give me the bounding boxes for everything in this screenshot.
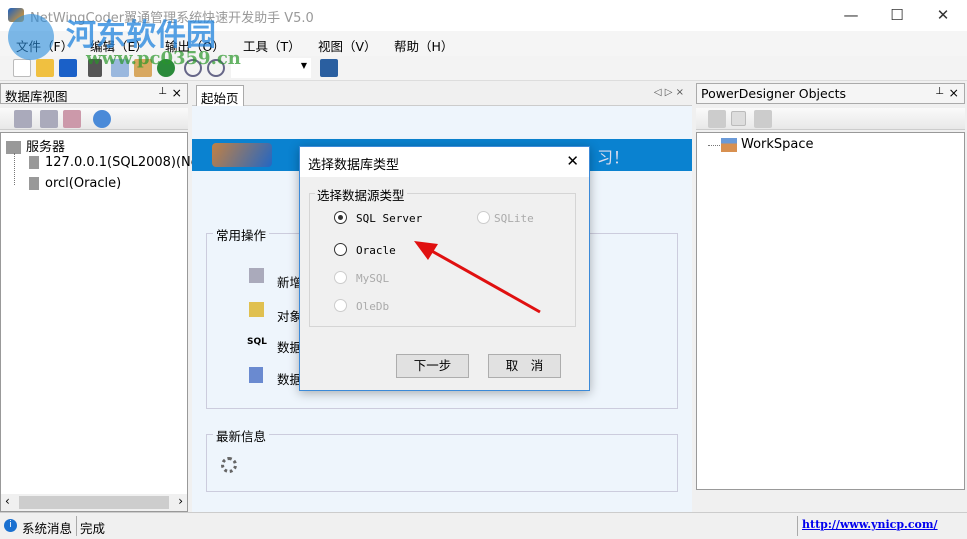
status-bar: i 系统消息 完成 http://www.ynicp.com/: [0, 512, 967, 539]
status-label: 系统消息: [22, 521, 73, 536]
cancel-button[interactable]: 取 消: [488, 354, 561, 378]
word-doc-icon: [249, 367, 263, 383]
panel-close-button[interactable]: ×: [949, 85, 959, 100]
dialog-title: 选择数据库类型: [308, 158, 400, 173]
tree-label: 服务器: [26, 140, 66, 155]
exit-door-icon[interactable]: [320, 59, 338, 77]
radio-sql-server[interactable]: [334, 211, 347, 224]
tree-node-server[interactable]: orcl(Oracle): [29, 176, 121, 191]
banner-text: 习！: [597, 148, 630, 167]
left-panel-header: 数据库视图 ⊥ ×: [0, 83, 188, 104]
datasource-group: 选择数据源类型 SQL Server SQLite Oracle MySQL O…: [309, 185, 576, 327]
status-text: 完成: [80, 521, 106, 536]
radio-oledb[interactable]: [334, 299, 347, 312]
radio-mysql[interactable]: [334, 271, 347, 284]
loading-spinner-icon: [221, 457, 237, 473]
save-icon[interactable]: [59, 59, 77, 77]
radio-label: SQL Server: [356, 212, 423, 225]
scroll-right-icon[interactable]: ›: [178, 494, 183, 508]
menu-edit[interactable]: 编辑（E）: [90, 36, 148, 55]
delete-object-icon[interactable]: [754, 110, 772, 128]
menu-help[interactable]: 帮助（H）: [394, 36, 453, 55]
pin-icon[interactable]: ⊥: [935, 86, 944, 97]
menu-tools[interactable]: 工具（T）: [243, 36, 301, 55]
powerdesigner-tree: WorkSpace: [696, 132, 965, 490]
right-panel-title: PowerDesigner Objects: [701, 86, 846, 101]
right-panel-header: PowerDesigner Objects ⊥ ×: [696, 83, 965, 104]
tree-label: WorkSpace: [741, 137, 814, 152]
zoom-out-icon[interactable]: [207, 59, 225, 77]
object-icon: [249, 302, 264, 317]
radio-label: Oracle: [356, 244, 396, 257]
new-file-icon[interactable]: [13, 59, 31, 77]
scroll-left-icon[interactable]: ‹: [5, 494, 10, 508]
dialog-title-bar: 选择数据库类型 ✕: [300, 147, 589, 177]
tree-line: [14, 153, 15, 185]
add-object-icon[interactable]: [708, 110, 726, 128]
paste-icon[interactable]: [134, 59, 152, 77]
document-tab-bar: 起始页 ◁ ▷ ×: [192, 83, 692, 109]
tree-label: orcl(Oracle): [45, 176, 122, 191]
radio-oracle[interactable]: [334, 243, 347, 256]
group-title: 常用操作: [213, 225, 270, 244]
info-icon: i: [4, 519, 17, 532]
scrollbar-thumb[interactable]: [19, 496, 169, 509]
menu-bar: 文件（F） 编辑（E） 输出（O） 工具（T） 视图（V） 帮助（H）: [0, 31, 967, 56]
close-button[interactable]: ✕: [920, 0, 966, 31]
add-db-icon: [249, 268, 264, 283]
refresh-icon[interactable]: [93, 110, 111, 128]
horizontal-scrollbar[interactable]: ‹ ›: [1, 494, 187, 511]
title-bar: NetWingCoder翼通管理系统快速开发助手 V5.0 — ☐ ✕: [0, 0, 967, 31]
radio-sqlite[interactable]: [477, 211, 490, 224]
pin-icon[interactable]: ⊥: [158, 86, 167, 97]
zoom-in-icon[interactable]: [184, 59, 202, 77]
toolbar-combo[interactable]: ▼: [231, 58, 311, 78]
tree-label: 127.0.0.1(SQL2008)(No1): [45, 155, 213, 170]
cut-icon[interactable]: [88, 59, 102, 77]
tree-line: [708, 145, 720, 146]
group-title: 选择数据源类型: [315, 185, 407, 204]
add-server-icon[interactable]: [14, 110, 32, 128]
database-tree: 服务器 127.0.0.1(SQL2008)(No1) orcl(Oracle)…: [0, 132, 212, 512]
menu-view[interactable]: 视图（V）: [318, 36, 377, 55]
website-link[interactable]: http://www.ynicp.com/: [802, 518, 938, 531]
connect-server-icon[interactable]: [40, 110, 58, 128]
open-folder-icon[interactable]: [36, 59, 54, 77]
globe-icon[interactable]: [157, 59, 175, 77]
radio-label: OleDb: [356, 300, 390, 313]
maximize-button[interactable]: ☐: [874, 0, 920, 31]
server-icon: [29, 177, 39, 190]
select-db-type-dialog: 选择数据库类型 ✕ 选择数据源类型 SQL Server SQLite Orac…: [299, 146, 590, 391]
group-title: 最新信息: [213, 426, 270, 445]
panel-close-button[interactable]: ×: [172, 85, 182, 100]
server-icon: [29, 156, 39, 169]
right-panel-toolbar: [696, 108, 965, 130]
tree-node-workspace[interactable]: WorkSpace: [721, 137, 814, 152]
minimize-button[interactable]: —: [828, 0, 874, 31]
wingtong-logo-icon: [212, 143, 272, 167]
divider: [76, 516, 77, 536]
left-panel-toolbar: [0, 108, 188, 130]
menu-file[interactable]: 文件（F）: [16, 36, 73, 55]
left-panel-title: 数据库视图: [5, 89, 68, 104]
chevron-down-icon: ▼: [300, 61, 307, 70]
next-button[interactable]: 下一步: [396, 354, 469, 378]
app-logo-icon: [8, 8, 24, 22]
news-group: 最新信息: [206, 426, 678, 492]
tab-nav-close-icon[interactable]: ◁ ▷ ×: [654, 87, 684, 98]
radio-label: SQLite: [494, 212, 534, 225]
dropdown-icon[interactable]: [731, 111, 746, 126]
remove-server-icon[interactable]: [63, 110, 81, 128]
copy-icon[interactable]: [111, 59, 129, 77]
dialog-close-button[interactable]: ✕: [566, 152, 579, 170]
divider: [797, 516, 798, 536]
sql-icon: SQL: [247, 337, 267, 347]
window-title: NetWingCoder翼通管理系统快速开发助手 V5.0: [30, 11, 314, 26]
tree-node-server[interactable]: 127.0.0.1(SQL2008)(No1): [29, 155, 212, 170]
toolbar: ▼: [0, 56, 967, 81]
menu-output[interactable]: 输出（O）: [165, 36, 225, 55]
radio-label: MySQL: [356, 272, 390, 285]
workspace-icon: [721, 137, 737, 152]
